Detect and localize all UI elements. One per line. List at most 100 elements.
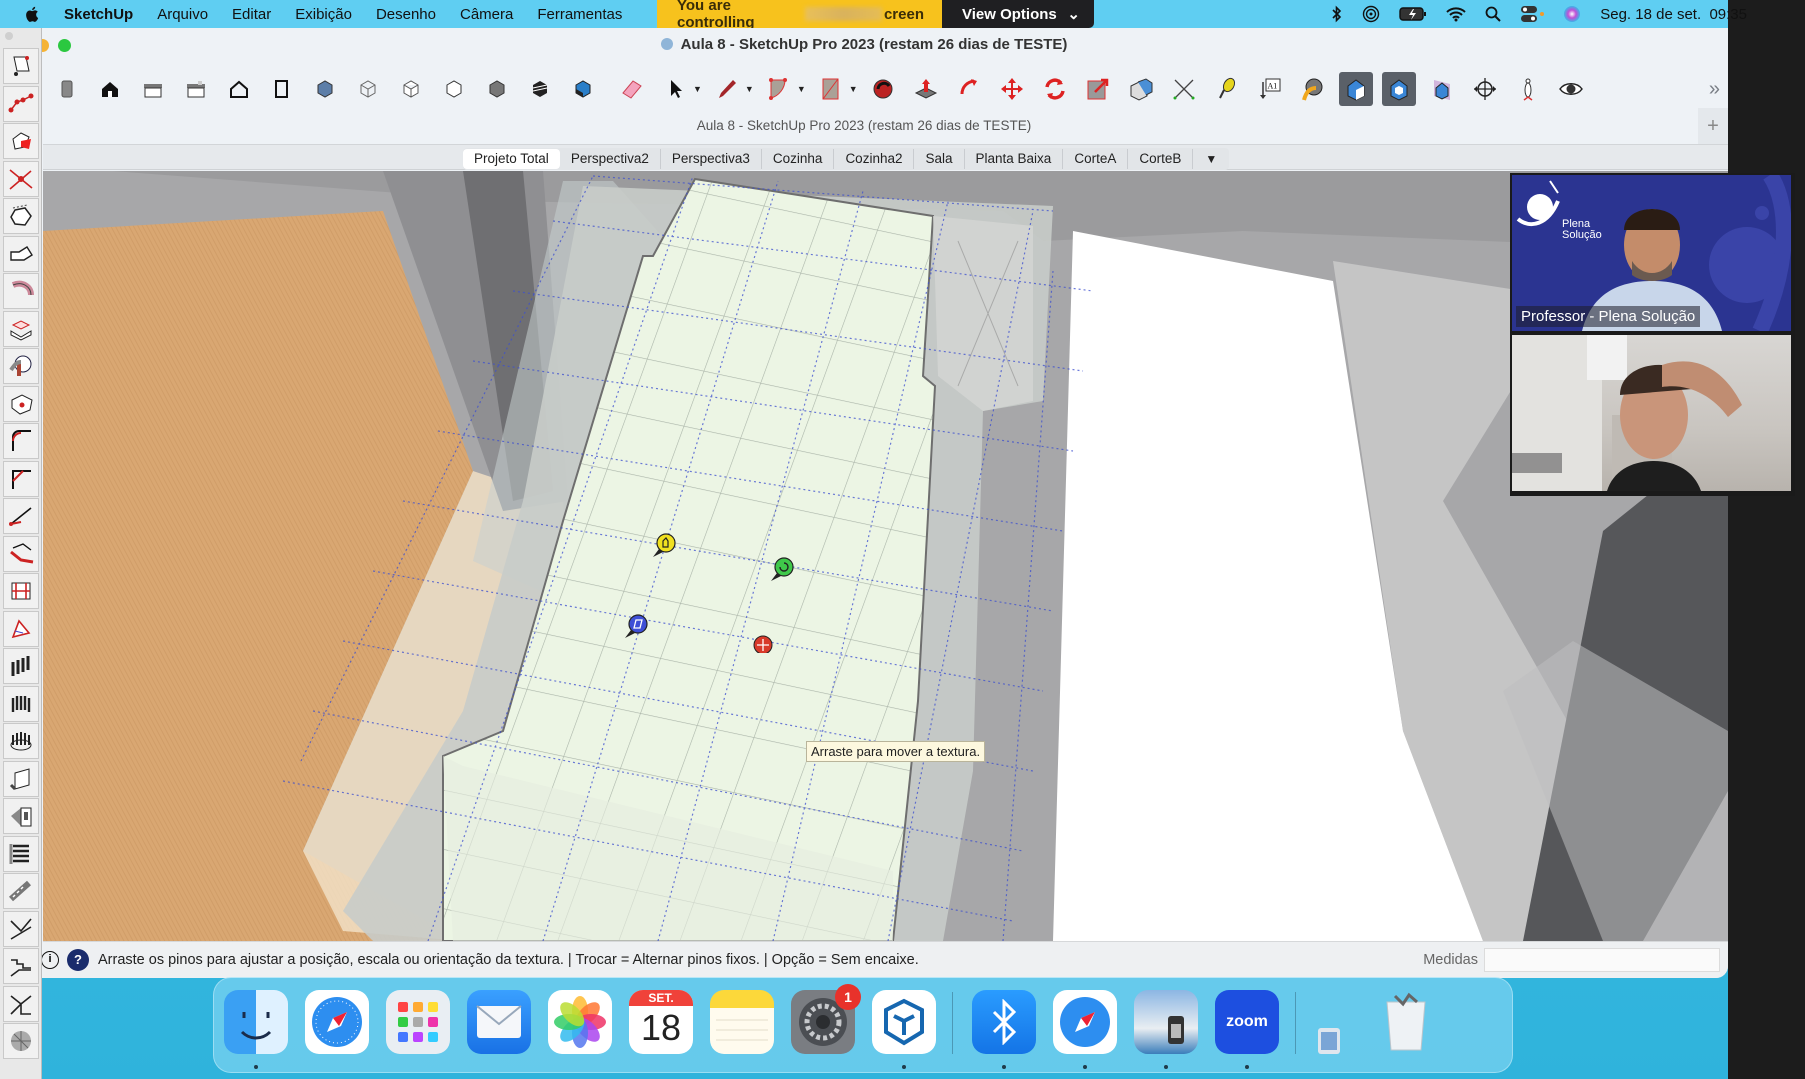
rectangle-button[interactable] [814,72,848,106]
dock-calendar[interactable]: SET. 18 [629,990,693,1054]
menu-exibicao[interactable]: Exibição [295,6,352,23]
outer-shell-button[interactable] [1124,72,1158,106]
rotate-tool-button[interactable] [3,385,39,422]
section-cut-button[interactable] [1425,72,1459,106]
rotate-button[interactable] [1038,72,1072,106]
scale-shear-pin[interactable] [649,531,679,561]
toolbar-overflow-button[interactable]: » [1709,78,1720,101]
ramp-tool-button[interactable] [3,873,39,909]
dock-finder[interactable] [224,990,288,1054]
scene-tab-corteb[interactable]: CorteB [1128,149,1194,169]
scene-tab-cozinha[interactable]: Cozinha [762,149,835,169]
scene-tab-perspectiva2[interactable]: Perspectiva2 [560,149,661,169]
dock-notes[interactable] [710,990,774,1054]
select-button[interactable] [658,72,692,106]
palette-close-button[interactable] [5,32,13,40]
info-icon[interactable]: i [41,951,59,969]
arc-dropdown-caret[interactable]: ▼ [797,84,806,94]
paint-bucket-button[interactable] [866,72,900,106]
scene-tab-planta-baixa[interactable]: Planta Baixa [965,149,1064,169]
apple-menu-icon[interactable] [24,5,42,23]
rectangle-dropdown-caret[interactable]: ▼ [849,84,858,94]
polygon-tool-button[interactable] [3,198,39,234]
shaded-textures-button[interactable] [480,72,514,106]
scenes-more-button[interactable]: ▼ [1193,149,1229,169]
scene-tab-sala[interactable]: Sala [914,149,965,169]
dock-trash[interactable] [1374,990,1438,1054]
text-label-button[interactable]: A1 [1253,72,1287,106]
shaded-button[interactable] [437,72,471,106]
participant-tile-student[interactable] [1512,335,1791,491]
dock-downloads[interactable] [1318,1028,1340,1054]
line-dropdown-caret[interactable]: ▼ [745,84,754,94]
dock-launchpad[interactable] [386,990,450,1054]
triangle-tool-button[interactable] [3,610,39,647]
door-tool-button[interactable] [3,798,39,834]
wall-tool-button[interactable] [3,760,39,797]
spiral-tool-button[interactable] [3,1023,39,1059]
push-pull-button[interactable] [909,72,943,106]
measurements-input[interactable] [1484,948,1720,972]
menu-ferramentas[interactable]: Ferramentas [537,6,622,23]
eraser-button[interactable] [615,72,649,106]
tape-measure-button[interactable] [1210,72,1244,106]
chamfer-tool-button[interactable] [3,460,39,497]
step-tool-button[interactable] [3,948,39,984]
select-rect-tool-button[interactable] [3,48,39,84]
model-info-button[interactable] [50,72,84,106]
back-view-button[interactable] [265,72,299,106]
menubar-clock[interactable]: Seg. 18 de set. 09:35 [1600,6,1747,23]
scene-tab-perspectiva3[interactable]: Perspectiva3 [661,149,762,169]
menu-desenho[interactable]: Desenho [376,6,436,23]
scene-tab-cozinha2[interactable]: Cozinha2 [834,149,915,169]
siri-icon[interactable] [1563,5,1581,23]
dock-preview[interactable] [1134,990,1198,1054]
monochrome-button[interactable] [523,72,557,106]
follow-me-button[interactable] [952,72,986,106]
airdrop-icon[interactable] [1362,5,1380,23]
protractor-button[interactable] [1167,72,1201,106]
dock-mail[interactable] [467,990,531,1054]
select-dropdown-caret[interactable]: ▼ [693,84,702,94]
paint-tool-button[interactable] [3,123,39,159]
move-pin[interactable] [751,633,775,653]
dock-safari[interactable] [305,990,369,1054]
menu-editar[interactable]: Editar [232,6,271,23]
3d-viewport[interactable]: Arraste para mover a textura. [43,171,1728,941]
freehand-arc-tool-button[interactable] [3,85,39,122]
curve-tool-button[interactable] [3,535,39,572]
orbit-button[interactable] [1468,72,1502,106]
push-pull-tool-button[interactable] [3,310,39,347]
section-fill-button[interactable] [1381,72,1416,106]
menu-app-name[interactable]: SketchUp [64,6,133,23]
dock-system-settings[interactable]: 1 [791,984,861,1054]
xray-button[interactable] [308,72,342,106]
top-view-button[interactable] [136,72,170,106]
battery-charging-icon[interactable] [1399,6,1427,22]
wifi-icon[interactable] [1446,6,1466,22]
multi-columns-tool-button[interactable] [3,685,39,722]
follow-me-tool-button[interactable] [3,273,39,309]
circle-columns-tool-button[interactable] [3,723,39,759]
dock-safari-2[interactable] [1053,990,1117,1054]
dock-photos[interactable] [548,990,612,1054]
shadows-button[interactable] [566,72,600,106]
line-intersect-tool-button[interactable] [3,160,39,197]
sandbox-tool-button[interactable] [3,348,39,384]
view-options-button[interactable]: View Options ⌄ [942,0,1094,28]
columns-tool-button[interactable] [3,648,39,684]
iso-view-button[interactable] [93,72,127,106]
front-view-button[interactable] [179,72,213,106]
bluetooth-icon[interactable] [1331,5,1343,23]
scene-tab-projeto-total[interactable]: Projeto Total [463,149,560,169]
distort-pin[interactable] [621,612,651,642]
scale-rotate-pin[interactable] [767,555,797,585]
spotlight-search-icon[interactable] [1485,6,1501,22]
help-icon[interactable]: ? [67,949,89,971]
scene-tab-cortea[interactable]: CorteA [1063,149,1129,169]
model-scene[interactable] [43,171,1728,941]
new-tab-button[interactable]: + [1698,108,1728,144]
stairs-stack-tool-button[interactable] [3,835,39,872]
dock-sketchup[interactable] [872,990,936,1054]
arc-button[interactable] [762,72,796,106]
